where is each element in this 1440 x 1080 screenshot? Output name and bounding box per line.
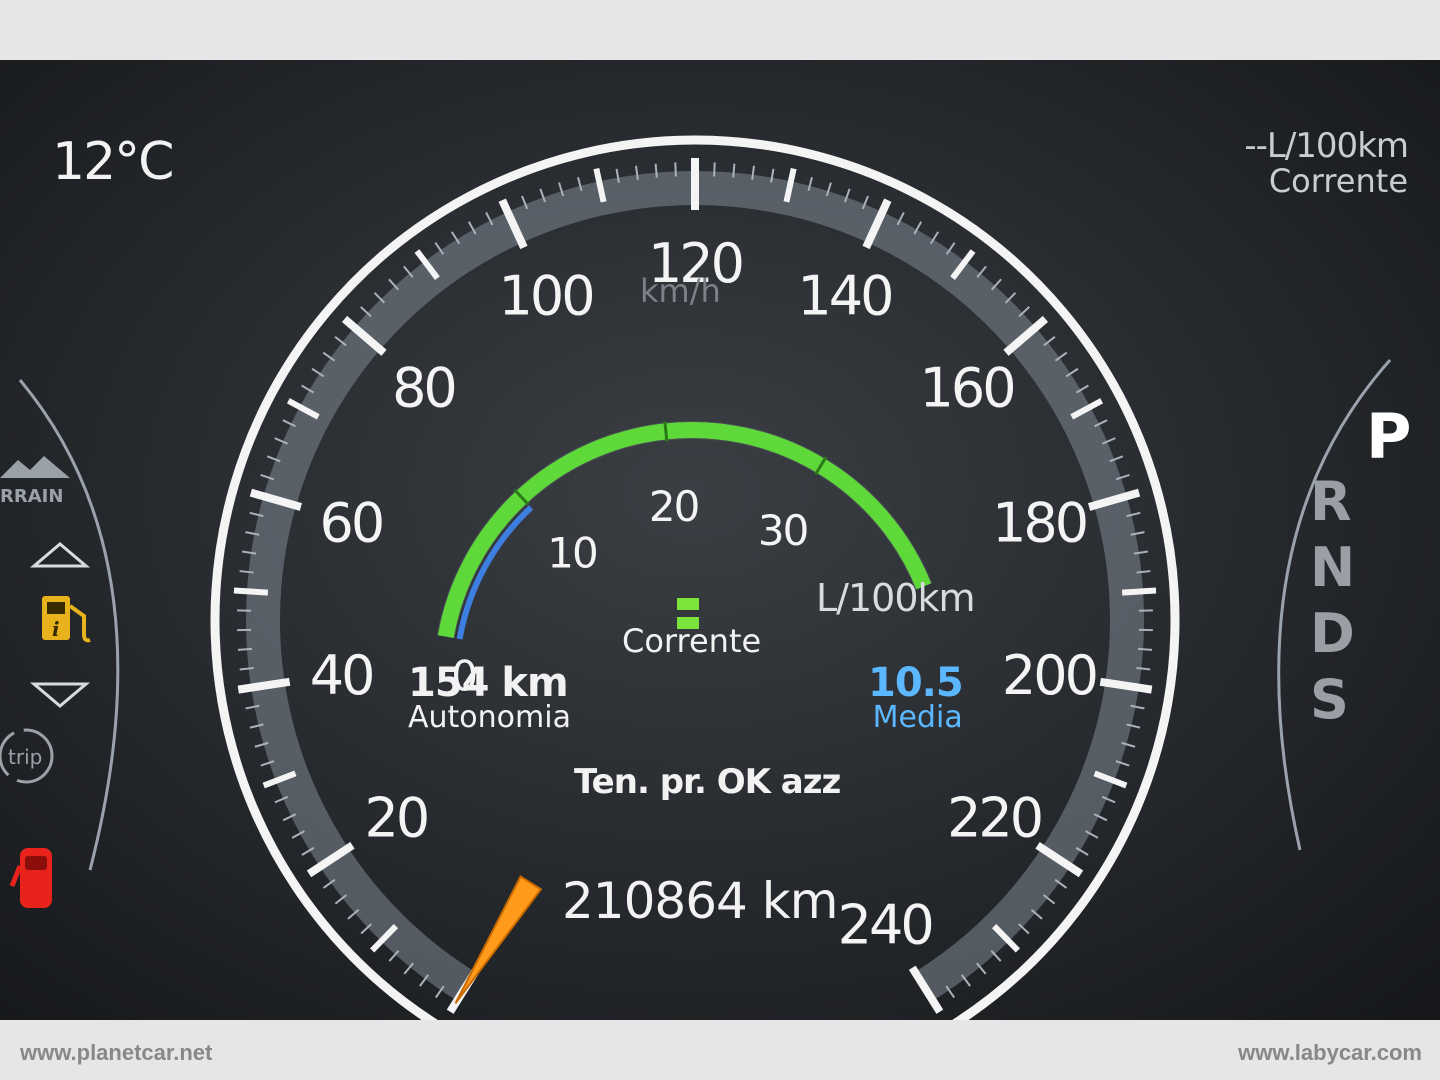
speed-tick <box>233 587 269 596</box>
speedometer-needle <box>454 875 543 1004</box>
current-consumption-value: --L/100km <box>1244 126 1409 166</box>
fuel-pump-icon: i <box>42 596 91 643</box>
instrument-cluster: 20 40 60 80 100 120 140 160 180 200 220 240 0 10 20 30… <box>0 60 1440 1020</box>
speed-tick-label: 240 <box>838 894 932 957</box>
door-open-warning-icon <box>9 848 52 908</box>
speed-fine-tick <box>713 162 716 177</box>
average-label: Media <box>872 700 963 735</box>
current-consumption-label: Corrente <box>1268 162 1408 200</box>
speed-tick-label: 220 <box>947 787 1041 850</box>
terrain-label: RRAIN <box>0 486 63 507</box>
footer-right-watermark: www.labycar.com <box>1238 1040 1422 1065</box>
svg-text:i: i <box>52 617 60 641</box>
speed-tick-label: 60 <box>320 491 383 554</box>
current-consumption-dashes <box>677 595 727 629</box>
average-consumption-readout: 10.5 Media <box>868 660 964 735</box>
range-readout: 154 km Autonomia <box>408 660 571 735</box>
terrain-icon: RRAIN <box>0 456 70 507</box>
trip-icon: trip <box>0 728 54 784</box>
arrow-up-icon[interactable] <box>29 542 91 568</box>
consumption-tick-label: 20 <box>649 482 698 531</box>
consumption-unit: L/100km <box>816 576 976 620</box>
speed-fine-tick <box>732 163 736 178</box>
footer-left-watermark: www.planetcar.net <box>20 1040 213 1065</box>
odometer: 210864 km <box>562 872 838 930</box>
speed-fine-tick <box>1137 647 1153 651</box>
speed-unit: km/h <box>640 272 721 310</box>
arrow-down-icon[interactable] <box>29 682 91 708</box>
consumption-current-label: Corrente <box>622 622 762 660</box>
outside-temperature: 12°C <box>52 132 174 192</box>
gear-option-n: N <box>1310 536 1356 599</box>
speed-tick-label: 100 <box>499 265 593 328</box>
gear-option-r: R <box>1310 470 1352 533</box>
consumption-tick-label: 10 <box>547 528 596 577</box>
speed-tick-label: 140 <box>797 265 891 328</box>
consumption-tick-label: 30 <box>758 506 807 555</box>
speed-tick-label: 80 <box>392 357 455 420</box>
speed-tick <box>1121 587 1157 596</box>
speed-tick-label: 160 <box>920 357 1014 420</box>
speed-fine-tick <box>654 163 658 178</box>
speed-tick-label: 200 <box>1002 644 1096 707</box>
consumption-tick <box>663 421 669 442</box>
range-label: Autonomia <box>408 700 571 735</box>
trip-label: trip <box>8 745 42 769</box>
speed-fine-tick <box>674 162 677 177</box>
status-message: Ten. pr. OK azz <box>574 762 841 802</box>
gear-option-s: S <box>1310 668 1349 731</box>
gear-selected: P <box>1366 400 1412 473</box>
speed-fine-tick <box>237 647 253 651</box>
current-consumption-readout: --L/100km Corrente <box>1244 126 1409 200</box>
speed-tick-label: 40 <box>310 644 373 707</box>
speed-tick-label: 180 <box>992 491 1086 554</box>
gear-option-d: D <box>1310 602 1355 665</box>
speed-tick-label: 20 <box>365 787 428 850</box>
